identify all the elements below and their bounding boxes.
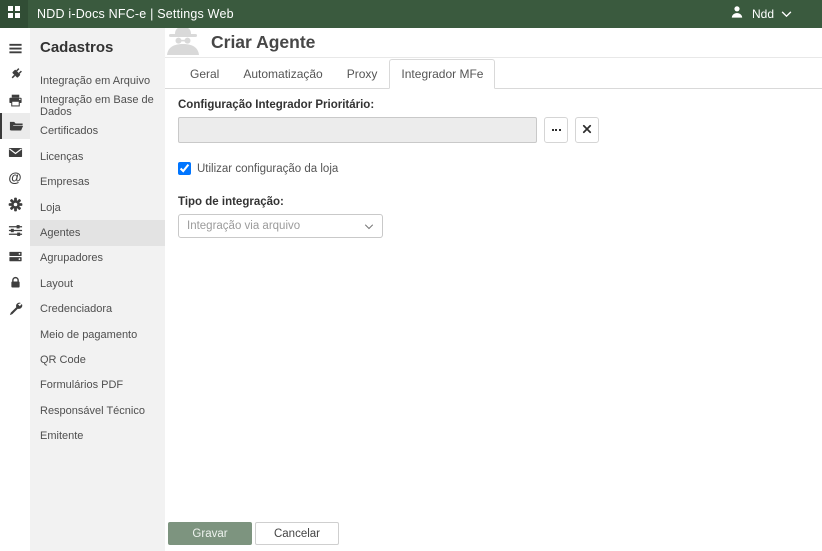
tipo-integracao-select[interactable]: Integração via arquivo xyxy=(178,214,383,238)
page-header: Criar Agente xyxy=(165,28,822,58)
utilizar-config-loja-label: Utilizar configuração da loja xyxy=(197,162,339,175)
mail-icon[interactable] xyxy=(0,139,30,165)
sidebar-item-formularios-pdf[interactable]: Formulários PDF xyxy=(30,373,165,398)
sidebar-item-loja[interactable]: Loja xyxy=(30,195,165,220)
user-icon xyxy=(729,4,745,25)
tab-automatizacao[interactable]: Automatização xyxy=(231,59,334,89)
sidebar-item-agentes[interactable]: Agentes xyxy=(30,220,165,246)
menu-icon[interactable] xyxy=(0,35,30,61)
printer-icon[interactable] xyxy=(0,87,30,113)
sidebar-item-integracao-base-dados[interactable]: Integração em Base de Dados xyxy=(30,93,165,118)
sidebar-item-credenciadora[interactable]: Credenciadora xyxy=(30,297,165,322)
wrench-icon[interactable] xyxy=(0,295,30,321)
app-title: NDD i-Docs NFC-e | Settings Web xyxy=(37,7,234,21)
at-glyph: @ xyxy=(8,170,22,186)
save-button[interactable]: Gravar xyxy=(168,522,252,545)
sidebar-header: Cadastros xyxy=(40,39,114,56)
sidebar-item-integracao-arquivo[interactable]: Integração em Arquivo xyxy=(30,68,165,93)
tab-proxy[interactable]: Proxy xyxy=(335,59,390,89)
top-bar: NDD i-Docs NFC-e | Settings Web Ndd xyxy=(0,0,822,28)
sidebar-menu: Cadastros Integração em Arquivo Integraç… xyxy=(30,28,165,551)
sidebar-item-agrupadores[interactable]: Agrupadores xyxy=(30,246,165,271)
lock-icon[interactable] xyxy=(0,269,30,295)
gear-icon[interactable] xyxy=(0,191,30,217)
page-title: Criar Agente xyxy=(211,32,316,52)
form-actions: Gravar Cancelar xyxy=(168,522,339,545)
plug-icon[interactable] xyxy=(0,61,30,87)
tab-bar: Geral Automatização Proxy Integrador MFe xyxy=(165,58,822,89)
x-icon xyxy=(582,121,592,139)
sidebar-item-meio-pagamento[interactable]: Meio de pagamento xyxy=(30,322,165,347)
folder-open-icon[interactable] xyxy=(0,113,30,139)
sidebar-item-empresas[interactable]: Empresas xyxy=(30,170,165,195)
tab-panel-integrador-mfe: Configuração Integrador Prioritário: Uti… xyxy=(165,89,822,238)
spy-agent-icon xyxy=(165,28,203,60)
config-integrador-label: Configuração Integrador Prioritário: xyxy=(178,99,375,111)
sidebar-item-responsavel-tecnico[interactable]: Responsável Técnico xyxy=(30,398,165,423)
apps-grid-icon xyxy=(6,4,22,25)
sidebar-item-qr-code[interactable]: QR Code xyxy=(30,347,165,372)
chevron-down-icon xyxy=(364,217,374,235)
apps-grid-button[interactable] xyxy=(0,0,28,28)
tipo-integracao-value: Integração via arquivo xyxy=(187,220,301,232)
clear-button[interactable] xyxy=(575,117,599,143)
tipo-integracao-label: Tipo de integração: xyxy=(178,196,284,208)
sliders-icon[interactable] xyxy=(0,217,30,243)
sidebar-item-layout[interactable]: Layout xyxy=(30,271,165,296)
utilizar-config-loja-checkbox[interactable] xyxy=(178,162,191,175)
tab-integrador-mfe[interactable]: Integrador MFe xyxy=(389,59,496,89)
ellipsis-icon xyxy=(551,129,561,131)
sidebar-item-certificados[interactable]: Certificados xyxy=(30,119,165,144)
sidebar-item-licencas[interactable]: Licenças xyxy=(30,144,165,169)
server-icon[interactable] xyxy=(0,243,30,269)
chevron-down-icon xyxy=(781,5,792,23)
tab-geral[interactable]: Geral xyxy=(178,59,231,89)
icon-rail: @ xyxy=(0,28,30,551)
sidebar-item-emitente[interactable]: Emitente xyxy=(30,423,165,448)
config-integrador-input[interactable] xyxy=(178,117,537,143)
at-icon[interactable]: @ xyxy=(0,165,30,191)
user-menu[interactable]: Ndd xyxy=(729,4,822,25)
cancel-button[interactable]: Cancelar xyxy=(255,522,339,545)
browse-button[interactable] xyxy=(544,117,568,143)
main-content: Criar Agente Geral Automatização Proxy I… xyxy=(165,28,822,551)
user-name: Ndd xyxy=(751,7,774,21)
